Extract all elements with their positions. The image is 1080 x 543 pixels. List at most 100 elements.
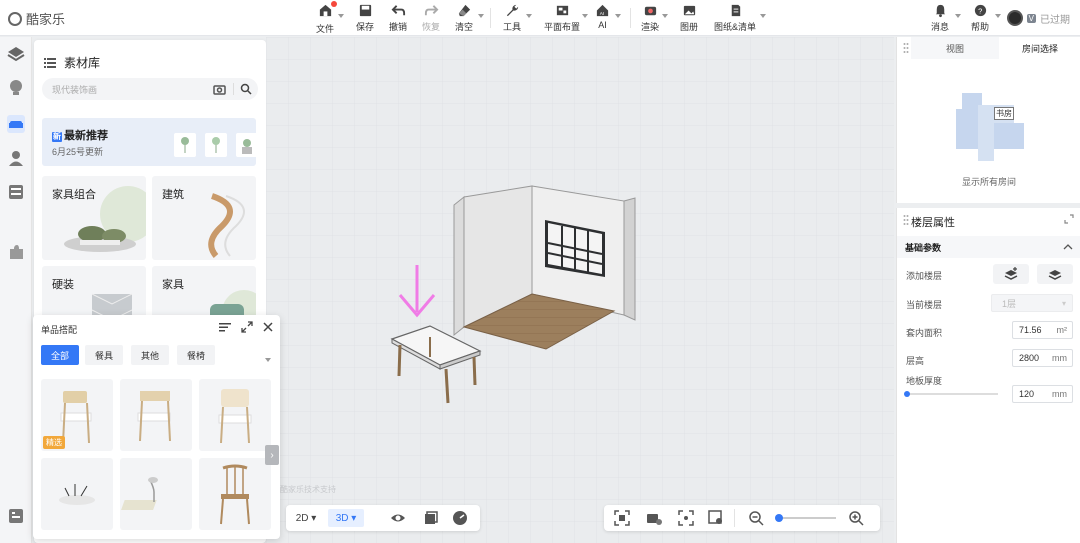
panel-icon[interactable] <box>7 507 25 525</box>
zoom-region-icon[interactable] <box>708 510 724 526</box>
file-button[interactable]: 文件 <box>316 1 337 34</box>
zoom-in-icon[interactable] <box>848 510 864 526</box>
undo-button[interactable]: 撤销 <box>389 3 407 33</box>
redo-button[interactable]: 恢复 <box>422 3 440 33</box>
account-status[interactable]: V 已过期 <box>1006 8 1070 28</box>
ai-button[interactable]: AI AI <box>595 3 610 33</box>
item-card[interactable] <box>41 458 113 530</box>
item-card[interactable] <box>120 458 192 530</box>
drag-handle-icon[interactable] <box>903 214 909 226</box>
clear-button[interactable]: 清空 <box>455 3 473 33</box>
floor-properties-title: 楼层属性 <box>911 217 955 229</box>
filter-other[interactable]: 其他 <box>131 345 169 365</box>
filter-all[interactable]: 全部 <box>41 345 79 365</box>
app-logo[interactable]: 酷家乐 <box>8 9 65 28</box>
item-card[interactable] <box>120 379 192 451</box>
tools-button[interactable]: 工具 <box>503 3 521 33</box>
chair-thumbnail <box>218 389 252 444</box>
ai-caret-icon[interactable] <box>615 14 621 18</box>
search-icon[interactable] <box>240 83 252 95</box>
eye-icon[interactable] <box>390 510 406 526</box>
filter-more-caret-icon[interactable] <box>265 358 271 362</box>
room-label-study[interactable]: 书房 <box>994 107 1014 120</box>
category-card-furniture-set[interactable]: 家具组合 <box>42 176 146 260</box>
zoom-out-icon[interactable] <box>748 510 764 526</box>
chevron-up-icon[interactable] <box>1063 243 1073 251</box>
render-caret-icon[interactable] <box>662 14 668 18</box>
expand-panel-icon[interactable] <box>1064 214 1074 224</box>
gauge-icon[interactable] <box>452 510 468 526</box>
height-field[interactable]: 2800 mm <box>1012 349 1073 367</box>
clear-caret-icon[interactable] <box>478 14 484 18</box>
slab-slider-knob[interactable] <box>904 391 910 397</box>
current-floor-label: 当前楼层 <box>906 300 943 310</box>
redo-icon <box>424 5 438 16</box>
item-card[interactable] <box>199 458 271 530</box>
material-search-input[interactable]: 现代装饰画 <box>42 78 258 100</box>
add-floor-below-button[interactable] <box>1037 264 1073 284</box>
help-icon: ? <box>974 4 986 17</box>
item-card[interactable] <box>199 379 271 451</box>
tools-caret-icon[interactable] <box>526 14 532 18</box>
camera-search-icon[interactable] <box>213 83 226 95</box>
next-page-arrow-icon[interactable]: › <box>265 445 279 465</box>
category-card-building[interactable]: 建筑 <box>152 176 256 260</box>
tab-room-select[interactable]: 房间选择 <box>999 37 1080 59</box>
drawings-caret-icon[interactable] <box>760 14 766 18</box>
3d-viewport[interactable] <box>266 37 894 543</box>
filter-tableware[interactable]: 餐具 <box>85 345 123 365</box>
sofa-icon[interactable] <box>7 115 25 133</box>
plugin-icon[interactable] <box>7 243 25 261</box>
toolbar-divider <box>734 509 735 527</box>
slab-thickness-slider[interactable] <box>904 391 998 397</box>
focus-icon[interactable] <box>678 510 694 526</box>
messages-button[interactable]: 消息 <box>931 3 949 33</box>
render-button[interactable]: 渲染 <box>641 3 659 33</box>
file-caret-icon[interactable] <box>338 14 344 18</box>
cabinet-icon[interactable] <box>7 183 25 201</box>
user-icon[interactable] <box>7 149 25 167</box>
messages-caret-icon[interactable] <box>955 14 961 18</box>
help-button[interactable]: ? 帮助 <box>971 3 989 33</box>
show-all-rooms-link[interactable]: 显示所有房间 <box>897 175 1080 188</box>
camera-settings-icon[interactable] <box>646 510 662 526</box>
item-card[interactable]: 精选 <box>41 379 113 451</box>
basic-params-section[interactable]: 基础参数 <box>897 236 1080 258</box>
expand-icon[interactable] <box>241 321 253 333</box>
zoom-slider[interactable] <box>775 514 836 522</box>
new-recommend-card[interactable]: 新最新推荐 6月25号更新 <box>42 118 258 166</box>
mode-3d-button[interactable]: 3D ▾ <box>328 509 364 527</box>
close-icon[interactable] <box>262 321 274 333</box>
scene-canvas[interactable] <box>266 37 894 543</box>
area-field[interactable]: 71.56 m² <box>1012 321 1073 339</box>
layers-icon[interactable] <box>7 45 25 63</box>
current-floor-select[interactable]: 1层 ▾ <box>991 294 1073 312</box>
save-button[interactable]: 保存 <box>356 3 374 33</box>
sort-icon[interactable] <box>219 321 231 333</box>
cube-layers-icon[interactable] <box>422 510 438 526</box>
recommend-thumb[interactable] <box>205 133 227 157</box>
add-floor-above-button[interactable] <box>993 264 1029 284</box>
new-recommend-title-text: 最新推荐 <box>64 130 108 142</box>
filter-dining-chair[interactable]: 餐椅 <box>177 345 215 365</box>
tab-view[interactable]: 视图 <box>911 37 999 59</box>
zoom-slider-knob[interactable] <box>775 514 783 522</box>
album-button[interactable]: 图册 <box>680 3 698 33</box>
clear-label: 清空 <box>455 22 474 32</box>
floorplan-minimap[interactable] <box>952 87 1032 167</box>
drawings-button[interactable]: 图纸&清单 <box>714 3 756 33</box>
list-icon[interactable] <box>44 57 56 68</box>
drag-handle-icon[interactable] <box>903 42 909 54</box>
floorplan-caret-icon[interactable] <box>582 14 588 18</box>
recommend-thumb[interactable] <box>174 133 196 157</box>
recommend-thumb[interactable] <box>236 133 258 157</box>
mode-2d-button[interactable]: 2D ▾ <box>290 509 322 527</box>
album-label: 图册 <box>680 22 699 32</box>
help-caret-icon[interactable] <box>995 14 1001 18</box>
slab-thickness-field[interactable]: 120 mm <box>1012 385 1073 403</box>
floor-properties-panel: 楼层属性 基础参数 添加楼层 当前楼层 1层 ▾ 套内面积 71.56 m² 层… <box>896 208 1080 543</box>
lightbulb-icon[interactable] <box>7 79 25 97</box>
floorplan-button[interactable]: 平面布置 <box>544 3 580 33</box>
filter-label: 其他 <box>140 350 159 361</box>
fit-view-icon[interactable] <box>614 510 630 526</box>
